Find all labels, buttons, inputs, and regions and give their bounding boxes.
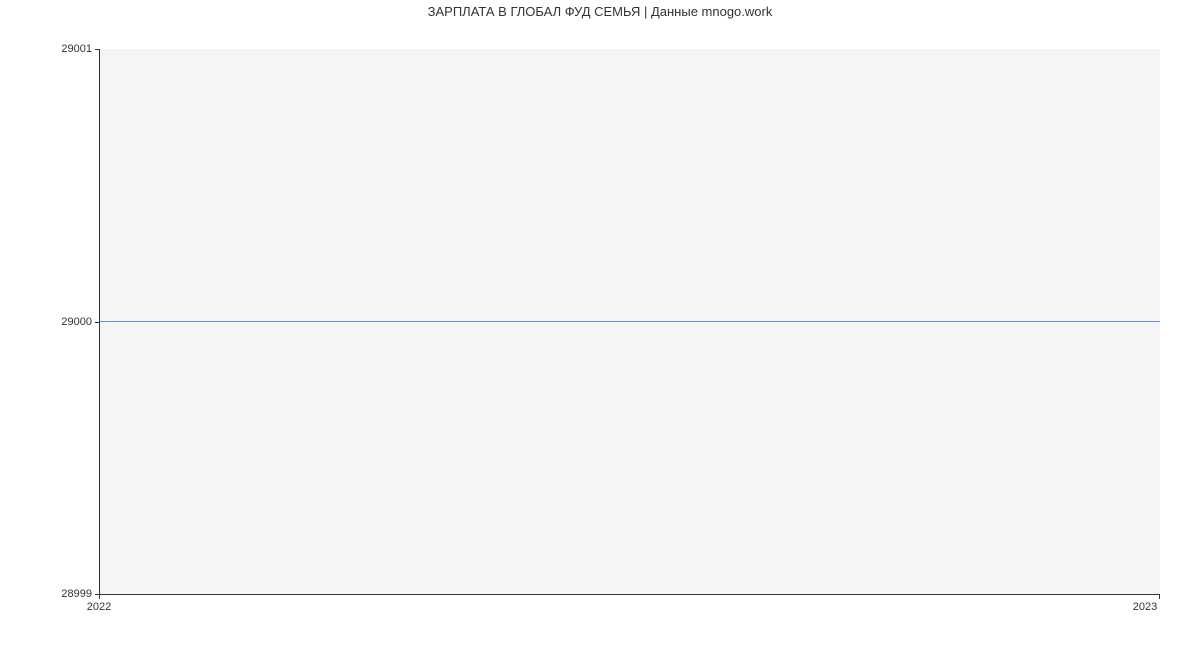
chart-container: ЗАРПЛАТА В ГЛОБАЛ ФУД СЕМЬЯ | Данные mno… (0, 0, 1200, 650)
x-tick-label: 2022 (87, 601, 111, 613)
x-tick (99, 595, 100, 599)
data-line (100, 321, 1160, 322)
y-tick (95, 322, 99, 323)
y-tick-label: 29001 (32, 43, 92, 55)
y-tick-label: 28999 (32, 588, 92, 600)
chart-title: ЗАРПЛАТА В ГЛОБАЛ ФУД СЕМЬЯ | Данные mno… (0, 4, 1200, 19)
y-tick-label: 29000 (32, 316, 92, 328)
x-tick-label: 2023 (1133, 601, 1157, 613)
y-tick (95, 49, 99, 50)
x-tick (1159, 595, 1160, 599)
plot-area (99, 49, 1160, 595)
